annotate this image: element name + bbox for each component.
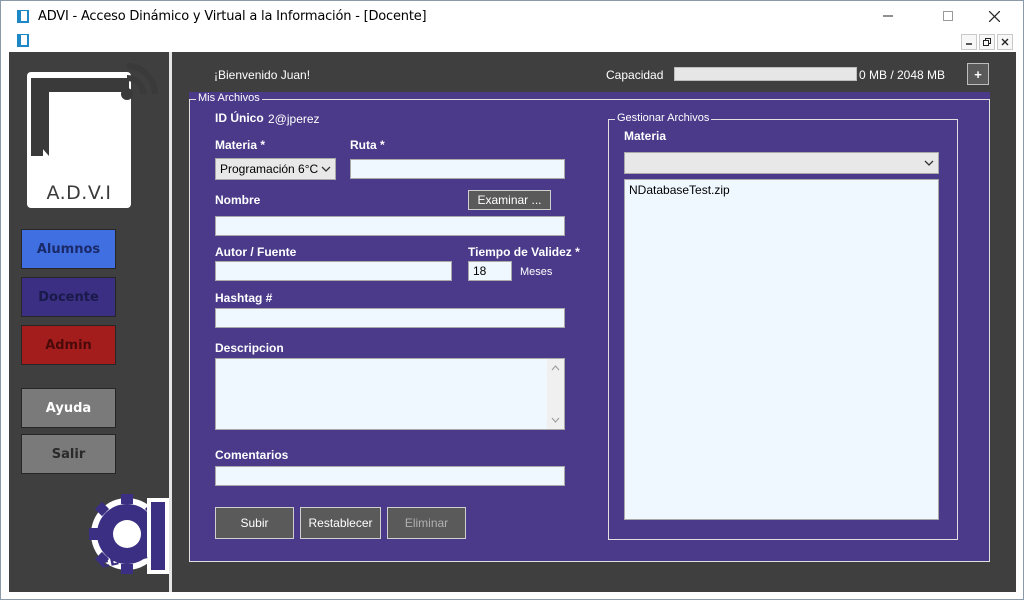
id-unico-label: ID Único — [215, 111, 264, 125]
minimize-icon — [966, 43, 972, 45]
id-unico-value: 2@jperez — [268, 112, 320, 126]
nombre-label: Nombre — [215, 193, 261, 207]
ruta-input[interactable] — [350, 159, 565, 179]
tiempo-validez-label: Tiempo de Validez * — [468, 245, 580, 259]
materia-label: Materia * — [215, 138, 266, 152]
maximize-icon — [943, 11, 953, 21]
ruta-label: Ruta * — [350, 138, 385, 152]
comentarios-input[interactable] — [215, 466, 565, 486]
materia-select-value: Programación 6°C — [220, 162, 319, 176]
materia-select[interactable]: Programación 6°C — [215, 158, 336, 180]
restablecer-button[interactable]: Restablecer — [300, 507, 381, 539]
app-book-icon — [17, 10, 29, 23]
mdi-close-button[interactable] — [997, 34, 1013, 50]
meses-label: Meses — [520, 266, 553, 278]
capacity-label: Capacidad — [606, 68, 664, 82]
docente-button[interactable]: Docente — [21, 277, 116, 317]
mdi-restore-button[interactable] — [979, 34, 995, 50]
gestionar-archivos-title: Gestionar Archivos — [615, 112, 712, 124]
mdi-menu-strip — [1, 31, 1023, 51]
gestionar-materia-label: Materia — [624, 129, 667, 143]
autor-input[interactable] — [215, 261, 452, 281]
restore-icon — [983, 38, 991, 46]
chevron-down-icon — [924, 160, 934, 166]
capacity-text: 0 MB / 2048 MB — [859, 68, 946, 82]
scroll-up-icon — [551, 365, 560, 371]
examinar-button[interactable]: Examinar ... — [468, 190, 551, 210]
subir-button[interactable]: Subir — [215, 507, 294, 539]
mis-archivos-title: Mis Archivos — [196, 92, 262, 104]
nombre-input[interactable] — [215, 216, 565, 236]
close-icon — [1001, 38, 1009, 46]
minimize-button[interactable] — [865, 1, 911, 31]
app-window: ADVI - Acceso Dinámico y Virtual a la In… — [0, 0, 1024, 600]
descripcion-scrollbar[interactable] — [547, 359, 564, 429]
welcome-text: ¡Bienvenido Juan! — [214, 68, 311, 82]
close-icon — [988, 10, 1000, 22]
hashtag-label: Hashtag # — [215, 291, 273, 305]
eliminar-button[interactable]: Eliminar — [387, 507, 466, 539]
advi-logo: A.D.V.I — [27, 63, 158, 208]
add-capacity-button[interactable]: + — [967, 63, 989, 85]
title-bar: ADVI - Acceso Dinámico y Virtual a la In… — [1, 1, 1023, 31]
mdi-minimize-button[interactable] — [961, 34, 977, 50]
eest1-gear-logo-icon: EEST1 — [89, 494, 169, 574]
salir-button[interactable]: Salir — [21, 434, 116, 474]
descripcion-label: Descripcion — [215, 341, 284, 355]
comentarios-label: Comentarios — [215, 448, 289, 462]
mdi-child-icon — [17, 34, 29, 47]
gestionar-materia-select[interactable] — [624, 152, 939, 174]
tiempo-validez-stepper[interactable]: 18 — [468, 261, 512, 281]
main-area: ¡Bienvenido Juan! Capacidad 0 MB / 2048 … — [175, 52, 1016, 592]
autor-label: Autor / Fuente — [215, 245, 297, 259]
files-listbox[interactable]: NDatabaseTest.zip — [624, 179, 939, 520]
ayuda-button[interactable]: Ayuda — [21, 388, 116, 428]
descripcion-textarea[interactable] — [215, 358, 565, 430]
content-panel: Mis Archivos ID Único 2@jperez Materia *… — [189, 92, 990, 562]
capacity-progress-bar — [674, 67, 857, 81]
mis-archivos-group: Mis Archivos ID Único 2@jperez Materia *… — [189, 92, 990, 562]
logo-text: A.D.V.I — [46, 182, 112, 204]
hashtag-input[interactable] — [215, 308, 565, 328]
sidebar: A.D.V.I Alumnos Docente Admin Ayuda Sali… — [9, 52, 172, 592]
book-wifi-logo-icon — [31, 63, 158, 156]
gestionar-archivos-group: Gestionar Archivos Materia NDatabaseTest… — [608, 112, 958, 540]
admin-button[interactable]: Admin — [21, 325, 116, 365]
alumnos-button[interactable]: Alumnos — [21, 229, 116, 269]
scroll-down-icon — [551, 417, 560, 423]
maximize-button[interactable] — [925, 1, 971, 31]
close-button[interactable] — [971, 1, 1017, 31]
client-area: A.D.V.I Alumnos Docente Admin Ayuda Sali… — [9, 52, 1016, 592]
list-item[interactable]: NDatabaseTest.zip — [629, 183, 934, 197]
window-title: ADVI - Acceso Dinámico y Virtual a la In… — [38, 9, 427, 24]
chevron-down-icon — [321, 166, 331, 172]
minimize-icon — [883, 15, 893, 17]
